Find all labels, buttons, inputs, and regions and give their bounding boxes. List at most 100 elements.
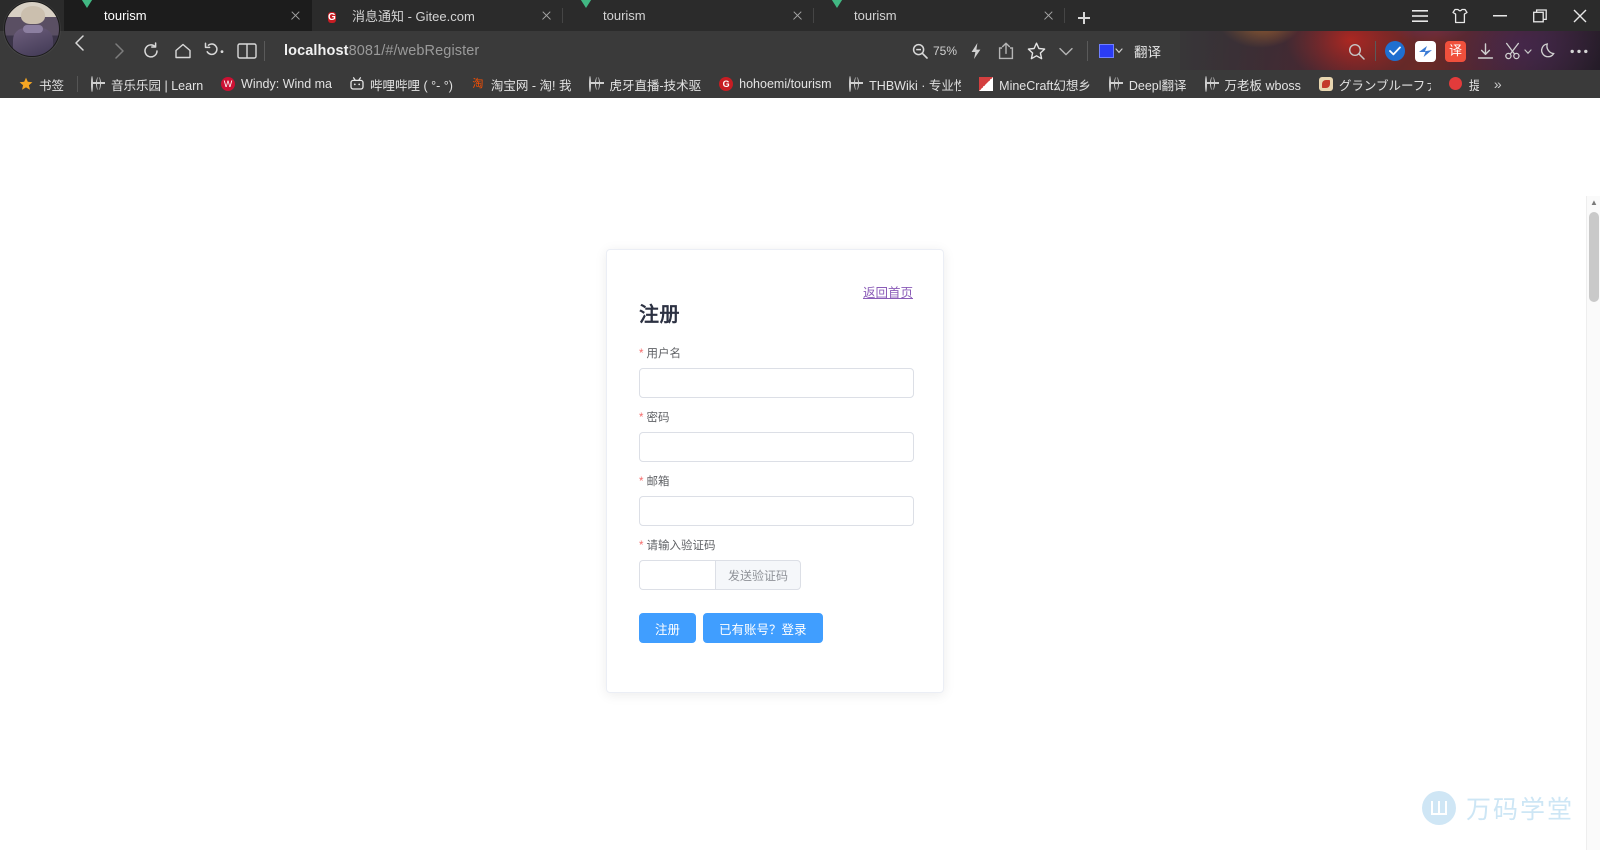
bookmark-star-icon[interactable]	[1021, 36, 1051, 66]
minimize-icon[interactable]	[1480, 0, 1520, 31]
bookmark-item-wboss[interactable]: 万老板 wboss	[1196, 73, 1310, 95]
bookmark-label: 提	[1468, 78, 1479, 93]
login-button[interactable]: 已有账号？登录	[703, 613, 823, 643]
email-label: * 邮箱	[639, 476, 670, 488]
reload-icon[interactable]	[136, 36, 166, 66]
bookmark-item-music[interactable]: 音乐乐园 | Learni	[82, 73, 212, 95]
red-circle-icon	[1448, 77, 1463, 91]
forward-icon[interactable]	[104, 36, 134, 66]
bookmark-label: MineCraft幻想乡	[999, 78, 1091, 93]
form-item-email: * 邮箱	[639, 473, 914, 526]
extension-icon[interactable]	[1410, 36, 1440, 66]
send-captcha-button[interactable]: 发送验证码	[715, 560, 802, 590]
bookmark-item-ti[interactable]: 提	[1440, 73, 1488, 95]
close-icon[interactable]	[790, 8, 806, 24]
bookmark-item-deepl[interactable]: Deepl翻译	[1100, 73, 1196, 95]
email-input[interactable]	[639, 496, 914, 526]
close-icon[interactable]	[1041, 8, 1057, 24]
lightning-icon[interactable]	[961, 36, 991, 66]
bookmark-divider	[77, 76, 79, 92]
avatar[interactable]	[4, 1, 60, 57]
bookmark-label: hohoemi/tourism	[739, 77, 832, 91]
vue-icon	[579, 0, 594, 23]
bookmark-item-bilibili[interactable]: 哔哩哔哩 ( °- °)	[341, 73, 462, 95]
required-asterisk: *	[639, 540, 644, 552]
captcha-row: 发送验证码	[639, 560, 914, 590]
bookmark-item-minecraft[interactable]: MineCraft幻想乡	[970, 73, 1100, 95]
watermark-logo-icon	[1421, 791, 1456, 825]
required-asterisk: *	[639, 476, 644, 488]
form-item-username: * 用户名	[639, 345, 914, 398]
bookmarks-bar: 书签 音乐乐园 | Learni W Windy: Wind ma 哔哩哔哩 (	[0, 70, 1600, 98]
menu-icon[interactable]	[1400, 0, 1440, 31]
capture-scissors-icon[interactable]	[1500, 36, 1534, 66]
register-button[interactable]: 注册	[639, 613, 697, 643]
scrollbar-thumb[interactable]	[1589, 212, 1599, 302]
bookmark-item-taobao[interactable]: 淘 淘宝网 - 淘! 我	[462, 73, 581, 95]
bookmark-label: Deepl翻译	[1128, 78, 1187, 93]
tab-tourism-2[interactable]: tourism	[563, 0, 814, 31]
close-icon[interactable]	[539, 8, 555, 24]
return-home-link[interactable]: 返回首页	[863, 282, 913, 301]
bookmark-label: 哔哩哔哩 ( °- °)	[370, 78, 453, 93]
tab-tourism-1[interactable]: tourism	[64, 0, 312, 31]
more-icon[interactable]	[1564, 36, 1594, 66]
tab-gitee[interactable]: G 消息通知 - Gitee.com	[312, 0, 563, 31]
avatar-hair	[21, 6, 45, 24]
bookmark-item-granblue[interactable]: グランブルーファ	[1310, 73, 1440, 95]
page-scrollbar[interactable]: ▲ ▼	[1586, 196, 1600, 850]
bookmark-item-windy[interactable]: W Windy: Wind ma	[212, 73, 341, 95]
window-controls	[1400, 0, 1600, 31]
chevron-down-icon[interactable]	[1051, 36, 1081, 66]
maximize-icon[interactable]	[1520, 0, 1560, 31]
username-input[interactable]	[639, 368, 914, 398]
page-content: 返回首页 注册 * 用户名 * 密码 * 邮箱 * 请输入验证码 发送验证码 注…	[0, 98, 1600, 850]
captcha-label: * 请输入验证码	[639, 540, 716, 552]
bookmark-item-shuqian[interactable]: 书签	[10, 73, 73, 95]
tab-strip: tourism G 消息通知 - Gitee.com tourism touri…	[0, 0, 1600, 57]
password-label: * 密码	[639, 412, 670, 424]
search-icon[interactable]	[1341, 36, 1371, 66]
close-icon[interactable]	[1560, 0, 1600, 31]
bookmark-label: グランブルーファ	[1338, 78, 1431, 93]
bookmark-item-hohoemi[interactable]: G hohoemi/tourism	[710, 73, 840, 95]
vue-icon	[830, 0, 845, 23]
required-asterisk: *	[639, 348, 644, 360]
new-tab-button[interactable]	[1069, 5, 1099, 31]
bookmark-item-huya[interactable]: 虎牙直播-技术驱	[580, 73, 710, 95]
address-bar[interactable]: localhost8081/#/webRegister	[264, 36, 912, 66]
checkmark-icon[interactable]	[1380, 36, 1410, 66]
globe-icon	[849, 76, 863, 92]
globe-icon	[589, 76, 603, 92]
password-input[interactable]	[639, 432, 914, 462]
granblue-icon	[1318, 77, 1333, 91]
night-mode-icon[interactable]	[1534, 36, 1564, 66]
bookmarks-overflow-button[interactable]: »	[1488, 76, 1508, 92]
reader-view-icon[interactable]	[232, 36, 262, 66]
translate-label[interactable]: 翻译	[1124, 41, 1169, 61]
undo-history-icon[interactable]	[200, 36, 230, 66]
username-label: * 用户名	[639, 348, 681, 360]
vue-icon	[80, 0, 95, 23]
scroll-up-icon[interactable]: ▲	[1587, 196, 1600, 210]
captcha-input[interactable]	[639, 560, 715, 590]
download-icon[interactable]	[1470, 36, 1500, 66]
tab-title: tourism	[104, 8, 147, 23]
tab-tourism-3[interactable]: tourism	[814, 0, 1065, 31]
share-icon[interactable]	[991, 36, 1021, 66]
translate-swatch-icon[interactable]	[1094, 36, 1124, 66]
windy-icon: W	[221, 77, 236, 91]
home-icon[interactable]	[168, 36, 198, 66]
zoom-control[interactable]: 75%	[912, 43, 957, 59]
close-icon[interactable]	[288, 8, 304, 24]
bookmark-label: 万老板 wboss	[1224, 78, 1301, 93]
tab-title: 消息通知 - Gitee.com	[352, 9, 475, 24]
url-text: localhost8081/#/webRegister	[284, 42, 480, 59]
bookmark-item-thbwiki[interactable]: THBWiki · 专业性	[840, 73, 970, 95]
register-form: * 用户名 * 密码 * 邮箱 * 请输入验证码 发送验证码 注册 已有账号？登…	[639, 345, 914, 643]
translate-icon[interactable]: 译	[1440, 36, 1470, 66]
globe-icon	[1204, 76, 1219, 92]
skin-icon[interactable]	[1440, 0, 1480, 31]
form-item-captcha: * 请输入验证码 发送验证码	[639, 537, 914, 590]
back-icon[interactable]	[72, 34, 102, 66]
